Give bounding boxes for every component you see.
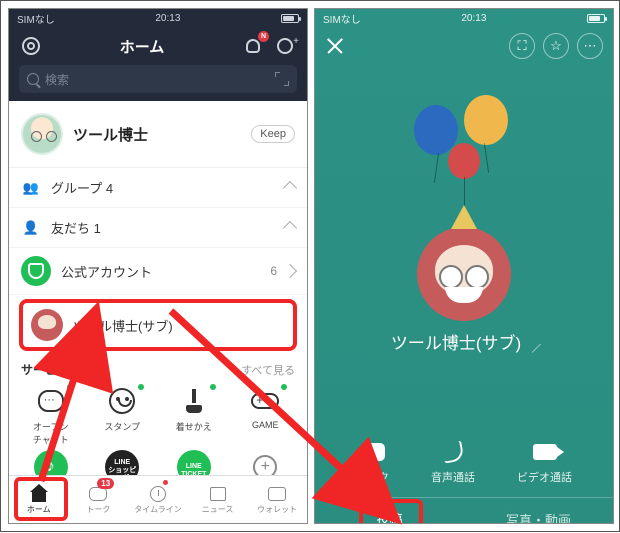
brush-icon xyxy=(184,389,204,413)
services-header: サービス すべて見る xyxy=(9,355,307,380)
scan-icon[interactable] xyxy=(275,72,289,86)
clock: 20:13 xyxy=(461,13,486,24)
chevron-up-icon xyxy=(283,180,297,194)
official-account-row[interactable]: 公式アカウント 6 xyxy=(9,248,307,295)
groups-section[interactable]: 👥 グループ 4 xyxy=(9,168,307,208)
more-icon: ⋯ xyxy=(584,38,597,54)
wallet-icon xyxy=(268,487,286,501)
tab-home[interactable]: ホーム xyxy=(9,476,69,523)
action-video[interactable]: ビデオ通話 xyxy=(517,441,572,485)
battery-icon xyxy=(281,14,299,23)
notifications-button[interactable]: N xyxy=(241,34,265,58)
phone-icon xyxy=(441,440,464,463)
tab-timeline[interactable]: タイムライン xyxy=(128,476,188,523)
dot-badge xyxy=(163,480,168,485)
balloons-illustration xyxy=(404,95,524,205)
video-icon xyxy=(533,444,557,460)
profile-display-name: ツール博士(サブ) xyxy=(315,329,613,354)
see-all-link[interactable]: すべて見る xyxy=(241,362,295,378)
action-voice[interactable]: 音声通話 xyxy=(431,441,475,485)
friend-sub-row[interactable]: ツール博士(サブ) xyxy=(19,299,297,351)
battery-icon xyxy=(587,14,605,23)
star-icon: ☆ xyxy=(550,38,562,54)
tab-media[interactable]: 写真・動画 xyxy=(464,498,613,524)
chat-icon xyxy=(361,443,385,461)
friends-section[interactable]: 👤 友だち 1 xyxy=(9,208,307,248)
keep-button[interactable]: Keep xyxy=(251,125,295,143)
more-button[interactable]: ⋯ xyxy=(577,33,603,59)
service-openchat[interactable]: オープン チャット xyxy=(15,384,87,446)
tab-wallet[interactable]: ウォレット xyxy=(247,476,307,523)
avatar xyxy=(21,113,63,155)
profile-header: ⛶ ☆ ⋯ xyxy=(315,27,613,65)
shield-icon xyxy=(21,256,51,286)
gear-icon xyxy=(22,37,40,55)
avatar xyxy=(31,309,63,341)
carrier: SIMなし xyxy=(17,11,55,26)
search-input[interactable]: 検索 xyxy=(19,65,297,93)
profile-actions: トーク 音声通話 ビデオ通話 xyxy=(315,441,613,485)
home-icon xyxy=(30,486,48,502)
notif-badge: N xyxy=(258,31,269,42)
header: ホーム N xyxy=(9,27,307,65)
talk-badge: 13 xyxy=(97,478,114,489)
tab-post[interactable]: 投稿 xyxy=(315,498,464,524)
action-talk[interactable]: トーク xyxy=(356,441,389,485)
status-bar: SIMなし 20:13 xyxy=(9,9,307,27)
search-icon xyxy=(27,73,39,85)
status-bar: SIMなし 20:13 xyxy=(315,9,613,27)
group-icon: 👥 xyxy=(21,180,41,196)
service-game[interactable]: GAME xyxy=(230,384,302,446)
favorite-button[interactable]: ☆ xyxy=(543,33,569,59)
profile-avatar[interactable] xyxy=(417,227,511,321)
profile-screen: SIMなし 20:13 ⛶ ☆ ⋯ ツール博士( xyxy=(314,8,614,524)
settings-button[interactable] xyxy=(19,34,43,58)
tab-talk[interactable]: トーク13 xyxy=(69,476,129,523)
gift-icon: ⛶ xyxy=(517,38,526,54)
gift-button[interactable]: ⛶ xyxy=(509,33,535,59)
my-profile-row[interactable]: ツール博士 Keep xyxy=(9,101,307,168)
bottom-tabbar: ホーム トーク13 タイムライン ニュース ウォレット xyxy=(9,475,307,523)
profile-name: ツール博士 xyxy=(73,124,251,145)
service-theme[interactable]: 着せかえ xyxy=(158,384,230,446)
profile-tabs: 投稿 写真・動画 xyxy=(315,497,613,524)
timeline-icon xyxy=(150,486,166,502)
friend-name: ツール博士(サブ) xyxy=(73,316,173,335)
page-title: ホーム xyxy=(43,36,241,57)
person-icon: 👤 xyxy=(21,220,41,236)
chevron-right-icon xyxy=(283,264,297,278)
clock: 20:13 xyxy=(155,13,180,24)
close-button[interactable] xyxy=(325,36,345,56)
search-area: 検索 xyxy=(9,65,307,101)
chevron-up-icon xyxy=(283,220,297,234)
bell-icon xyxy=(246,39,260,53)
edit-icon[interactable] xyxy=(524,336,541,353)
tab-news[interactable]: ニュース xyxy=(188,476,248,523)
carrier: SIMなし xyxy=(323,11,361,26)
gamepad-icon xyxy=(251,393,279,409)
smile-icon xyxy=(109,388,135,414)
service-stamp[interactable]: スタンプ xyxy=(87,384,159,446)
add-friend-button[interactable] xyxy=(273,34,297,58)
home-screen: SIMなし 20:13 ホーム N 検索 ツール博士 Keep 👥 グル xyxy=(8,8,308,524)
news-icon xyxy=(210,487,226,501)
add-user-icon xyxy=(277,38,293,54)
openchat-icon xyxy=(38,390,64,412)
